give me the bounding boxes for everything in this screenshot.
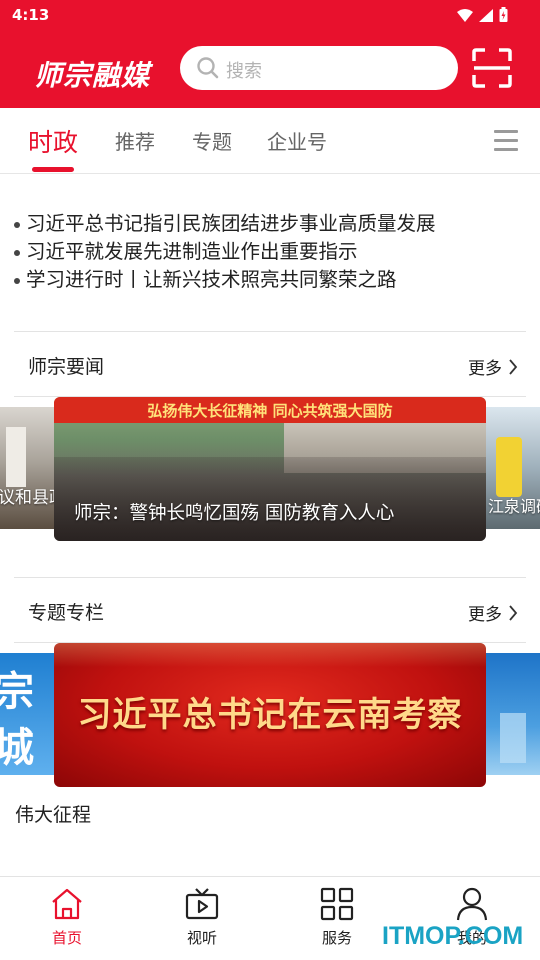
headline-item[interactable]: 习近平就发展先进制造业作出重要指示 bbox=[14, 238, 524, 266]
status-icons bbox=[457, 7, 508, 26]
slide-text: 宗 bbox=[0, 668, 34, 715]
scan-icon[interactable] bbox=[472, 48, 512, 88]
headline-text: 习近平总书记指引民族团结进步事业高质量发展 bbox=[26, 212, 436, 235]
chevron-right-icon bbox=[509, 358, 518, 375]
nav-home[interactable]: 首页 bbox=[27, 887, 107, 948]
status-time: 4:13 bbox=[12, 6, 50, 24]
home-icon bbox=[52, 888, 82, 920]
search-bar[interactable]: 搜索 bbox=[180, 46, 458, 90]
news-slide-right[interactable]: 江泉调研 bbox=[486, 407, 540, 529]
battery-icon bbox=[499, 7, 508, 26]
user-icon bbox=[456, 887, 488, 921]
more-label: 更多 bbox=[468, 359, 502, 379]
tab-topics[interactable]: 专题 bbox=[192, 126, 232, 155]
app-logo: 师宗融媒 bbox=[34, 59, 151, 92]
tab-enterprise[interactable]: 企业号 bbox=[267, 126, 327, 155]
nav-video[interactable]: 视听 bbox=[162, 887, 242, 948]
signal-icon bbox=[479, 7, 493, 26]
topic-slide-main[interactable]: 习近平总书记在云南考察 bbox=[54, 643, 486, 787]
nav-services[interactable]: 服务 bbox=[297, 887, 377, 948]
bullet-icon bbox=[14, 249, 20, 256]
video-icon bbox=[185, 888, 219, 920]
slide-text: 城 bbox=[0, 724, 34, 771]
active-tab-indicator bbox=[32, 167, 74, 172]
nav-label: 服务 bbox=[321, 929, 352, 947]
topic-caption[interactable]: 伟大征程 bbox=[15, 800, 91, 827]
topic-section-title: 专题专栏 bbox=[28, 602, 105, 624]
status-bar: 4:13 bbox=[0, 0, 540, 32]
topic-slide-right[interactable] bbox=[486, 653, 540, 775]
headline-item[interactable]: 学习进行时丨让新兴技术照亮共同繁荣之路 bbox=[14, 266, 524, 294]
news-carousel[interactable]: 议和县政 弘扬伟大长征精神 同心共筑强大国防 师宗：警钟长鸣忆国殇 国防教育入人… bbox=[0, 397, 540, 543]
news-section-title: 师宗要闻 bbox=[28, 356, 105, 378]
slide-banner: 弘扬伟大长征精神 同心共筑强大国防 bbox=[54, 397, 486, 423]
more-label: 更多 bbox=[468, 605, 502, 625]
headline-list: 习近平总书记指引民族团结进步事业高质量发展 习近平就发展先进制造业作出重要指示 … bbox=[14, 210, 524, 294]
slide-caption: 师宗：警钟长鸣忆国殇 国防教育入人心 bbox=[74, 503, 395, 524]
nav-label: 视听 bbox=[186, 929, 217, 947]
topic-more-link[interactable]: 更多 bbox=[468, 600, 518, 625]
divider bbox=[14, 577, 526, 578]
divider bbox=[14, 331, 526, 332]
bullet-icon bbox=[14, 221, 20, 228]
app-header: 4:13 师宗融媒 搜索 bbox=[0, 0, 540, 108]
tab-recommend[interactable]: 推荐 bbox=[115, 126, 155, 155]
category-tabs: 时政 推荐 专题 企业号 bbox=[0, 108, 540, 174]
news-slide-left[interactable]: 议和县政 bbox=[0, 407, 54, 529]
watermark: ITMOP.COM bbox=[382, 922, 524, 950]
banner-slogan: 弘扬伟大长征精神 同心共筑强大国防 bbox=[147, 402, 393, 420]
menu-icon[interactable] bbox=[494, 130, 518, 157]
headline-item[interactable]: 习近平总书记指引民族团结进步事业高质量发展 bbox=[14, 210, 524, 238]
tab-shizheng[interactable]: 时政 bbox=[28, 123, 78, 159]
grid-icon bbox=[320, 887, 354, 921]
chevron-right-icon bbox=[509, 604, 518, 621]
search-placeholder: 搜索 bbox=[226, 61, 262, 82]
slide-caption: 江泉调研 bbox=[488, 497, 540, 516]
topic-banner-title: 习近平总书记在云南考察 bbox=[77, 695, 463, 735]
news-slide-main[interactable]: 弘扬伟大长征精神 同心共筑强大国防 师宗：警钟长鸣忆国殇 国防教育入人心 bbox=[54, 397, 486, 541]
search-icon bbox=[196, 56, 220, 84]
headline-text: 习近平就发展先进制造业作出重要指示 bbox=[26, 240, 358, 263]
bullet-icon bbox=[14, 277, 20, 284]
topic-slide-left[interactable]: 宗 城 bbox=[0, 653, 54, 775]
headline-text: 学习进行时丨让新兴技术照亮共同繁荣之路 bbox=[26, 268, 397, 291]
news-more-link[interactable]: 更多 bbox=[468, 354, 518, 379]
wifi-icon bbox=[457, 7, 473, 26]
slide-caption: 议和县政 bbox=[0, 488, 54, 508]
nav-label: 首页 bbox=[51, 929, 82, 947]
topic-carousel[interactable]: 宗 城 习近平总书记在云南考察 bbox=[0, 643, 540, 789]
